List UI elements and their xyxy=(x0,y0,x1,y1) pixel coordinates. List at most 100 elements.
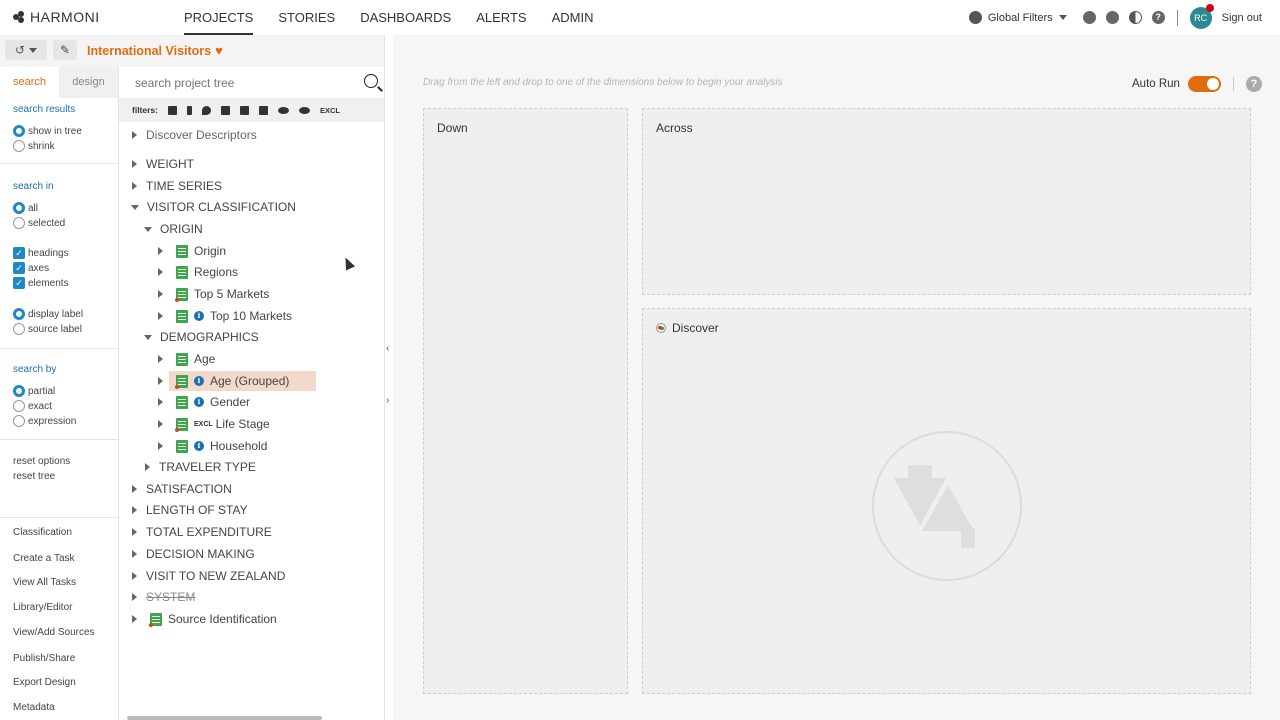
brain-icon[interactable] xyxy=(1105,11,1119,24)
tree-node-length-of-stay[interactable]: LENGTH OF STAY xyxy=(132,501,248,519)
tree-node-top10-markets[interactable]: i Top 10 Markets xyxy=(158,307,292,325)
tree-node-time-series[interactable]: TIME SERIES xyxy=(132,177,222,195)
option-display-label[interactable]: display label xyxy=(13,308,83,320)
tree-node-household[interactable]: i Household xyxy=(158,437,267,455)
nav-admin[interactable]: ADMIN xyxy=(552,0,594,35)
nav-stories[interactable]: STORIES xyxy=(278,0,335,35)
action-create-task[interactable]: Create a Task xyxy=(13,553,75,564)
info-icon[interactable]: i xyxy=(194,397,204,407)
option-expression[interactable]: expression xyxy=(13,415,76,427)
across-dropzone[interactable]: Across xyxy=(642,108,1251,295)
tree-node-source-identification[interactable]: Source Identification xyxy=(132,610,277,628)
nav-projects[interactable]: PROJECTS xyxy=(184,0,254,35)
tree-horizontal-scrollbar[interactable] xyxy=(127,716,322,720)
info-icon[interactable]: i xyxy=(194,376,204,386)
expand-icon xyxy=(132,550,137,558)
tree-node-age-grouped[interactable]: i Age (Grouped) xyxy=(158,372,289,390)
divider xyxy=(0,348,118,349)
action-metadata[interactable]: Metadata xyxy=(13,702,55,713)
tree-node-regions[interactable]: Regions xyxy=(158,263,238,281)
down-dropzone[interactable]: Down xyxy=(423,108,628,694)
project-title[interactable]: International Visitors ♥ xyxy=(87,43,223,58)
tree-node-total-expenditure[interactable]: TOTAL EXPENDITURE xyxy=(132,523,272,541)
tree-node-origin-item[interactable]: Origin xyxy=(158,242,226,260)
nav-alerts[interactable]: ALERTS xyxy=(476,0,526,35)
contrast-icon[interactable] xyxy=(1128,11,1142,24)
global-filters-label: Global Filters xyxy=(987,11,1053,24)
tree-node-satisfaction[interactable]: SATISFACTION xyxy=(132,480,232,498)
option-all[interactable]: all xyxy=(13,202,38,214)
option-source-label[interactable]: source label xyxy=(13,323,82,335)
action-classification[interactable]: Classification xyxy=(13,527,72,538)
help-icon[interactable]: ? xyxy=(1245,76,1262,92)
action-view-all-tasks[interactable]: View All Tasks xyxy=(13,577,76,588)
tree-node-gender[interactable]: i Gender xyxy=(158,393,250,411)
reset-options-link[interactable]: reset options xyxy=(13,456,70,467)
eye-off-icon[interactable] xyxy=(298,106,310,114)
variable-icon xyxy=(176,352,188,366)
option-selected[interactable]: selected xyxy=(13,217,65,229)
node-label: TIME SERIES xyxy=(146,179,223,193)
grid-filter-icon[interactable] xyxy=(167,105,177,115)
tree-node-age[interactable]: Age xyxy=(158,350,215,368)
node-label: Household xyxy=(210,439,268,453)
tree-node-weight[interactable]: WEIGHT xyxy=(132,155,194,173)
search-icon[interactable] xyxy=(364,74,378,88)
tree-node-origin[interactable]: ORIGIN xyxy=(144,220,203,238)
collapse-left-icon[interactable]: ‹ xyxy=(386,343,389,354)
location-filter-icon[interactable] xyxy=(201,105,211,115)
nav-dashboards[interactable]: DASHBOARDS xyxy=(360,0,451,35)
info-icon[interactable]: i xyxy=(194,441,204,451)
heart-icon[interactable]: ♥ xyxy=(215,43,223,58)
tab-design[interactable]: design xyxy=(59,67,118,98)
harmoni-logo[interactable]: HARMONI xyxy=(13,9,100,25)
action-publish-share[interactable]: Publish/Share xyxy=(13,653,75,664)
expand-icon xyxy=(132,593,137,601)
action-export-design[interactable]: Export Design xyxy=(13,677,76,688)
history-icon: ↺ xyxy=(14,43,26,57)
info-icon[interactable]: i xyxy=(194,311,204,321)
action-library-editor[interactable]: Library/Editor xyxy=(13,602,72,613)
edit-button[interactable]: ✎ xyxy=(53,40,77,60)
eye-icon[interactable] xyxy=(277,106,289,114)
tree-node-demographics[interactable]: DEMOGRAPHICS xyxy=(144,328,259,346)
option-shrink[interactable]: shrink xyxy=(13,140,55,152)
tree-node-visitor-classification[interactable]: VISITOR CLASSIFICATION xyxy=(131,198,296,216)
reset-tree-link[interactable]: reset tree xyxy=(13,471,55,482)
option-headings[interactable]: ✓ headings xyxy=(13,247,69,259)
option-exact[interactable]: exact xyxy=(13,400,52,412)
tree-node-top5-markets[interactable]: Top 5 Markets xyxy=(158,285,269,303)
expand-right-icon[interactable]: › xyxy=(386,395,389,406)
tree-node-system[interactable]: SYSTEM xyxy=(132,588,195,606)
toggle-knob xyxy=(1206,78,1219,90)
action-view-add-sources[interactable]: View/Add Sources xyxy=(13,627,95,638)
option-axes[interactable]: ✓ axes xyxy=(13,262,49,274)
tree-node-decision-making[interactable]: DECISION MAKING xyxy=(132,545,255,563)
eye-icon[interactable] xyxy=(1082,11,1096,24)
global-filters-dropdown[interactable]: Global Filters xyxy=(968,11,1067,24)
excl-filter-icon[interactable]: EXCL xyxy=(320,106,340,115)
option-label: all xyxy=(28,202,39,214)
node-label: ORIGIN xyxy=(160,222,203,236)
tree-node-traveler-type[interactable]: TRAVELER TYPE xyxy=(145,458,256,476)
variable-icon xyxy=(176,395,188,409)
tag-filter-icon[interactable] xyxy=(258,105,268,115)
auto-run-toggle[interactable] xyxy=(1187,76,1221,92)
option-partial[interactable]: partial xyxy=(13,385,55,397)
tree-search-input[interactable] xyxy=(125,73,345,93)
tab-search[interactable]: search xyxy=(0,67,59,98)
option-show-in-tree[interactable]: show in tree xyxy=(13,125,82,137)
axis-filter-icon[interactable] xyxy=(186,105,192,115)
panel-splitter[interactable]: ‹ › xyxy=(384,35,393,720)
hierarchy-filter-icon[interactable] xyxy=(220,105,230,115)
tree-node-discover-descriptors[interactable]: Discover Descriptors xyxy=(132,126,257,144)
discover-dropzone[interactable]: Discover xyxy=(642,308,1251,694)
tree-node-visit-nz[interactable]: VISIT TO NEW ZEALAND xyxy=(132,567,285,585)
avatar[interactable]: RC xyxy=(1189,3,1214,29)
option-elements[interactable]: ✓ elements xyxy=(13,277,69,289)
help-icon[interactable]: ? xyxy=(1151,11,1165,24)
tree-node-life-stage[interactable]: EXCL Life Stage xyxy=(158,415,270,433)
folder-filter-icon[interactable] xyxy=(239,105,249,115)
sign-out-link[interactable]: Sign out xyxy=(1222,12,1262,24)
history-button[interactable]: ↺ xyxy=(5,40,47,60)
